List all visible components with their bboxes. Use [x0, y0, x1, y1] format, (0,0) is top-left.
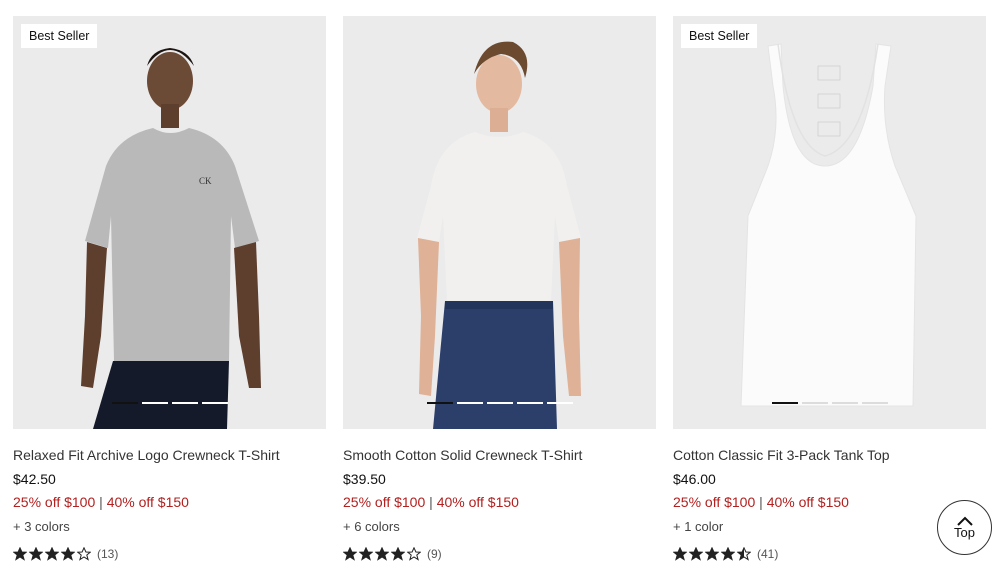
carousel-dot[interactable]: [831, 402, 858, 404]
promo-separator: |: [759, 494, 763, 510]
promo-offer-2: 40% off $150: [766, 494, 849, 510]
product-card[interactable]: Best Seller Cotton Classic Fit 3-Pack Ta…: [673, 16, 986, 561]
star-rating[interactable]: (41): [673, 547, 986, 561]
star-filled-icon: [29, 547, 43, 561]
carousel-dot[interactable]: [771, 402, 798, 404]
star-filled-icon: [13, 547, 27, 561]
review-count: (13): [97, 547, 119, 561]
back-to-top-label: Top: [954, 524, 975, 540]
promo-offer-2: 40% off $150: [436, 494, 519, 510]
product-photo-model-white-tshirt: [343, 16, 656, 429]
carousel-indicator[interactable]: [426, 402, 573, 404]
star-rating[interactable]: (13): [13, 547, 326, 561]
carousel-dot[interactable]: [141, 402, 168, 404]
product-image[interactable]: [343, 16, 656, 429]
best-seller-badge: Best Seller: [21, 24, 98, 48]
product-grid: CK Best Seller Relaxed Fit Archive Logo …: [13, 16, 986, 561]
svg-text:CK: CK: [199, 176, 212, 186]
product-price: $42.50: [13, 471, 56, 487]
carousel-dot[interactable]: [201, 402, 228, 404]
carousel-dot[interactable]: [486, 402, 513, 404]
star-filled-icon: [375, 547, 389, 561]
review-count: (9): [427, 547, 442, 561]
promo-offer-1: 25% off $100: [343, 494, 426, 510]
star-filled-icon: [391, 547, 405, 561]
product-image[interactable]: Best Seller: [673, 16, 986, 429]
star-filled-icon: [673, 547, 687, 561]
carousel-dot[interactable]: [426, 402, 453, 404]
promo-text: 25% off $100 | 40% off $150: [673, 493, 986, 511]
carousel-dot[interactable]: [801, 402, 828, 404]
product-image[interactable]: CK Best Seller: [13, 16, 326, 429]
carousel-indicator[interactable]: [771, 402, 888, 404]
promo-text: 25% off $100 | 40% off $150: [13, 493, 326, 511]
product-name[interactable]: Smooth Cotton Solid Crewneck T-Shirt: [343, 446, 656, 464]
product-price: $39.50: [343, 471, 386, 487]
color-count[interactable]: + 3 colors: [13, 518, 326, 536]
carousel-dot[interactable]: [546, 402, 573, 404]
carousel-dot[interactable]: [171, 402, 198, 404]
carousel-dot[interactable]: [111, 402, 138, 404]
color-count[interactable]: + 6 colors: [343, 518, 656, 536]
product-photo-tank-tops: [673, 16, 986, 429]
star-filled-icon: [705, 547, 719, 561]
promo-offer-1: 25% off $100: [673, 494, 756, 510]
stars: [343, 547, 421, 561]
stars: [13, 547, 91, 561]
star-filled-icon: [61, 547, 75, 561]
best-seller-badge: Best Seller: [681, 24, 758, 48]
product-price: $46.00: [673, 471, 716, 487]
product-photo-model-gray-tshirt: CK: [13, 16, 326, 429]
promo-text: 25% off $100 | 40% off $150: [343, 493, 656, 511]
promo-separator: |: [99, 494, 103, 510]
star-filled-icon: [343, 547, 357, 561]
star-empty-icon: [407, 547, 421, 561]
star-rating[interactable]: (9): [343, 547, 656, 561]
star-filled-icon: [721, 547, 735, 561]
carousel-dot[interactable]: [861, 402, 888, 404]
product-card[interactable]: Smooth Cotton Solid Crewneck T-Shirt $39…: [343, 16, 656, 561]
product-name[interactable]: Relaxed Fit Archive Logo Crewneck T-Shir…: [13, 446, 326, 464]
star-half-icon: [737, 547, 751, 561]
star-filled-icon: [689, 547, 703, 561]
product-card[interactable]: CK Best Seller Relaxed Fit Archive Logo …: [13, 16, 326, 561]
stars: [673, 547, 751, 561]
promo-offer-1: 25% off $100: [13, 494, 96, 510]
star-empty-icon: [77, 547, 91, 561]
carousel-indicator[interactable]: [111, 402, 228, 404]
product-name[interactable]: Cotton Classic Fit 3-Pack Tank Top: [673, 446, 986, 464]
star-filled-icon: [359, 547, 373, 561]
carousel-dot[interactable]: [516, 402, 543, 404]
star-filled-icon: [45, 547, 59, 561]
back-to-top-button[interactable]: Top: [937, 500, 992, 555]
promo-offer-2: 40% off $150: [106, 494, 189, 510]
review-count: (41): [757, 547, 779, 561]
carousel-dot[interactable]: [456, 402, 483, 404]
promo-separator: |: [429, 494, 433, 510]
